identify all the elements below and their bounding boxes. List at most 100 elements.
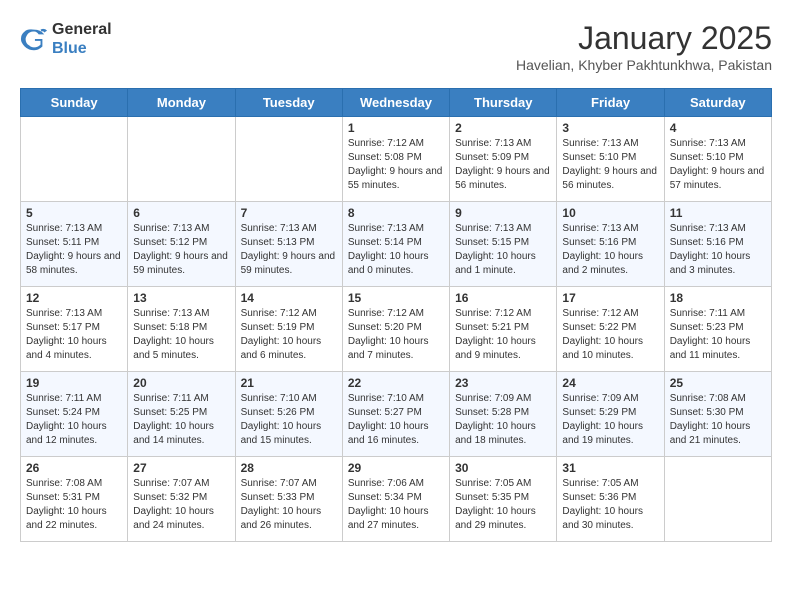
calendar-cell: 15Sunrise: 7:12 AM Sunset: 5:20 PM Dayli… [342, 287, 449, 372]
cell-info: Sunrise: 7:13 AM Sunset: 5:16 PM Dayligh… [562, 222, 658, 278]
title-block: January 2025 Havelian, Khyber Pakhtunkhw… [516, 20, 772, 73]
calendar-cell: 11 Sunrise: 7:13 AM Sunset: 5:16 PM Dayli… [664, 202, 771, 287]
date-number: 18 [670, 291, 766, 305]
date-number: 14 [241, 291, 337, 305]
weekday-header-thursday: Thursday [450, 89, 557, 117]
date-number: 24 [562, 376, 658, 390]
date-number: 25 [670, 376, 766, 390]
weekday-header-tuesday: Tuesday [235, 89, 342, 117]
calendar-cell: 31 Sunrise: 7:05 AM Sunset: 5:36 PM Dayli… [557, 457, 664, 542]
cell-info: Sunrise: 7:13 AM Sunset: 5:11 PM Dayligh… [26, 222, 122, 278]
date-number: 10 [562, 206, 658, 220]
calendar-cell: 14 Sunrise: 7:12 AM Sunset: 5:19 PM Dayli… [235, 287, 342, 372]
date-number: 4 [670, 121, 766, 135]
cell-info: Sunrise: 7:13 AM Sunset: 5:10 PM Dayligh… [562, 137, 658, 193]
calendar-cell: 13 Sunrise: 7:13 AM Sunset: 5:18 PM Dayli… [128, 287, 235, 372]
logo-blue: Blue [52, 40, 87, 57]
cell-info: Sunrise: 7:12 AM Sunset: 5:19 PM Dayligh… [241, 307, 337, 363]
calendar-cell: 27 Sunrise: 7:07 AM Sunset: 5:32 PM Dayli… [128, 457, 235, 542]
calendar-week-3: 12Sunrise: 7:13 AM Sunset: 5:17 PM Dayli… [21, 287, 772, 372]
cell-info: Sunrise: 7:13 AM Sunset: 5:18 PM Dayligh… [133, 307, 229, 363]
cell-info: Sunrise: 7:09 AM Sunset: 5:29 PM Dayligh… [562, 392, 658, 448]
date-number: 13 [133, 291, 229, 305]
calendar-cell: 22 Sunrise: 7:10 AM Sunset: 5:27 PM Dayli… [342, 372, 449, 457]
date-number: 30 [455, 461, 551, 475]
logo-icon [20, 25, 48, 53]
date-number: 1 [348, 121, 444, 135]
date-number: 22 [348, 376, 444, 390]
logo-text: General Blue [52, 20, 112, 58]
cell-info: Sunrise: 7:13 AM Sunset: 5:09 PM Dayligh… [455, 137, 551, 193]
date-number: 27 [133, 461, 229, 475]
date-number: 6 [133, 206, 229, 220]
cell-info: Sunrise: 7:12 AM Sunset: 5:08 PM Dayligh… [348, 137, 444, 193]
logo-general: General [52, 21, 112, 38]
calendar-cell: 8 Sunrise: 7:13 AM Sunset: 5:14 PM Daylig… [342, 202, 449, 287]
calendar-cell [21, 117, 128, 202]
date-number: 21 [241, 376, 337, 390]
cell-info: Sunrise: 7:09 AM Sunset: 5:28 PM Dayligh… [455, 392, 551, 448]
calendar-cell: 20 Sunrise: 7:11 AM Sunset: 5:25 PM Dayli… [128, 372, 235, 457]
page-header: General Blue January 2025 Havelian, Khyb… [20, 20, 772, 73]
calendar-cell: 17 Sunrise: 7:12 AM Sunset: 5:22 PM Dayli… [557, 287, 664, 372]
calendar-cell: 4Sunrise: 7:13 AM Sunset: 5:10 PM Daylig… [664, 117, 771, 202]
calendar-cell: 7Sunrise: 7:13 AM Sunset: 5:13 PM Daylig… [235, 202, 342, 287]
date-number: 11 [670, 206, 766, 220]
date-number: 17 [562, 291, 658, 305]
weekday-header-saturday: Saturday [664, 89, 771, 117]
weekday-header-wednesday: Wednesday [342, 89, 449, 117]
calendar-cell: 3Sunrise: 7:13 AM Sunset: 5:10 PM Daylig… [557, 117, 664, 202]
cell-info: Sunrise: 7:13 AM Sunset: 5:15 PM Dayligh… [455, 222, 551, 278]
calendar-cell: 6Sunrise: 7:13 AM Sunset: 5:12 PM Daylig… [128, 202, 235, 287]
calendar-cell: 21Sunrise: 7:10 AM Sunset: 5:26 PM Dayli… [235, 372, 342, 457]
calendar-cell: 23 Sunrise: 7:09 AM Sunset: 5:28 PM Dayli… [450, 372, 557, 457]
calendar-cell: 28 Sunrise: 7:07 AM Sunset: 5:33 PM Dayli… [235, 457, 342, 542]
calendar-table: SundayMondayTuesdayWednesdayThursdayFrid… [20, 88, 772, 542]
date-number: 12 [26, 291, 122, 305]
date-number: 28 [241, 461, 337, 475]
date-number: 23 [455, 376, 551, 390]
cell-info: Sunrise: 7:13 AM Sunset: 5:16 PM Dayligh… [670, 222, 766, 278]
date-number: 19 [26, 376, 122, 390]
weekday-header-sunday: Sunday [21, 89, 128, 117]
cell-info: Sunrise: 7:07 AM Sunset: 5:33 PM Dayligh… [241, 477, 337, 533]
location-subtitle: Havelian, Khyber Pakhtunkhwa, Pakistan [516, 57, 772, 73]
calendar-week-5: 26 Sunrise: 7:08 AM Sunset: 5:31 PM Dayli… [21, 457, 772, 542]
cell-info: Sunrise: 7:05 AM Sunset: 5:36 PM Dayligh… [562, 477, 658, 533]
date-number: 8 [348, 206, 444, 220]
cell-info: Sunrise: 7:13 AM Sunset: 5:14 PM Dayligh… [348, 222, 444, 278]
date-number: 2 [455, 121, 551, 135]
cell-info: Sunrise: 7:12 AM Sunset: 5:21 PM Dayligh… [455, 307, 551, 363]
calendar-cell: 12Sunrise: 7:13 AM Sunset: 5:17 PM Dayli… [21, 287, 128, 372]
calendar-cell: 5 Sunrise: 7:13 AM Sunset: 5:11 PM Daylig… [21, 202, 128, 287]
logo: General Blue [20, 20, 112, 58]
date-number: 7 [241, 206, 337, 220]
cell-info: Sunrise: 7:11 AM Sunset: 5:25 PM Dayligh… [133, 392, 229, 448]
calendar-cell: 1 Sunrise: 7:12 AM Sunset: 5:08 PM Daylig… [342, 117, 449, 202]
calendar-cell: 16 Sunrise: 7:12 AM Sunset: 5:21 PM Dayli… [450, 287, 557, 372]
cell-info: Sunrise: 7:05 AM Sunset: 5:35 PM Dayligh… [455, 477, 551, 533]
calendar-cell: 25 Sunrise: 7:08 AM Sunset: 5:30 PM Dayli… [664, 372, 771, 457]
month-title: January 2025 [516, 20, 772, 57]
date-number: 26 [26, 461, 122, 475]
calendar-cell: 29 Sunrise: 7:06 AM Sunset: 5:34 PM Dayli… [342, 457, 449, 542]
calendar-cell: 19 Sunrise: 7:11 AM Sunset: 5:24 PM Dayli… [21, 372, 128, 457]
date-number: 5 [26, 206, 122, 220]
weekday-header-row: SundayMondayTuesdayWednesdayThursdayFrid… [21, 89, 772, 117]
calendar-cell: 2 Sunrise: 7:13 AM Sunset: 5:09 PM Daylig… [450, 117, 557, 202]
date-number: 16 [455, 291, 551, 305]
cell-info: Sunrise: 7:10 AM Sunset: 5:27 PM Dayligh… [348, 392, 444, 448]
cell-info: Sunrise: 7:11 AM Sunset: 5:24 PM Dayligh… [26, 392, 122, 448]
date-number: 31 [562, 461, 658, 475]
date-number: 20 [133, 376, 229, 390]
date-number: 29 [348, 461, 444, 475]
cell-info: Sunrise: 7:08 AM Sunset: 5:31 PM Dayligh… [26, 477, 122, 533]
date-number: 15 [348, 291, 444, 305]
calendar-cell [235, 117, 342, 202]
cell-info: Sunrise: 7:06 AM Sunset: 5:34 PM Dayligh… [348, 477, 444, 533]
calendar-cell: 30 Sunrise: 7:05 AM Sunset: 5:35 PM Dayli… [450, 457, 557, 542]
cell-info: Sunrise: 7:07 AM Sunset: 5:32 PM Dayligh… [133, 477, 229, 533]
cell-info: Sunrise: 7:08 AM Sunset: 5:30 PM Dayligh… [670, 392, 766, 448]
cell-info: Sunrise: 7:12 AM Sunset: 5:22 PM Dayligh… [562, 307, 658, 363]
calendar-cell [664, 457, 771, 542]
